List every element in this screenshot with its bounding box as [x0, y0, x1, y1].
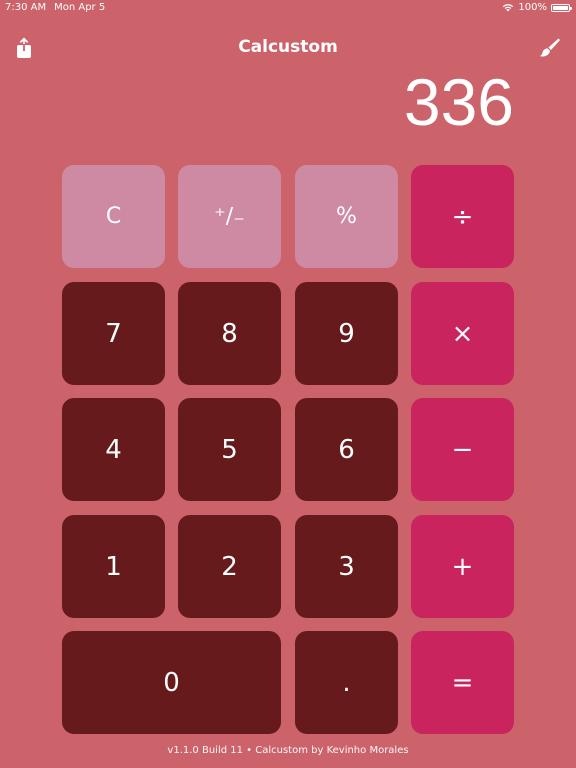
status-time: 7:30 AM	[5, 2, 47, 13]
equals-button[interactable]: =	[411, 631, 514, 734]
battery-percent: 100%	[518, 2, 547, 13]
wifi-icon	[503, 4, 514, 12]
add-button[interactable]: +	[411, 515, 514, 618]
status-date: Mon Apr 5	[54, 2, 106, 13]
status-right: 100%	[502, 2, 572, 13]
multiply-button[interactable]: ×	[411, 282, 514, 385]
app-title: Calcustom	[238, 37, 338, 57]
divide-button[interactable]: ÷	[411, 165, 514, 268]
version-footer: v1.1.0 Build 11 • Calcustom by Kevinho M…	[167, 745, 409, 756]
status-left: 7:30 AM Mon Apr 5	[5, 2, 105, 13]
digit-1-button[interactable]: 1	[62, 515, 165, 618]
status-bar: 7:30 AM Mon Apr 5 100%	[0, 0, 576, 16]
digit-4-button[interactable]: 4	[62, 398, 165, 501]
digit-5-button[interactable]: 5	[178, 398, 281, 501]
paintbrush-icon	[540, 38, 560, 57]
digit-2-button[interactable]: 2	[178, 515, 281, 618]
result-display: 336	[403, 65, 514, 139]
nav-bar: Calcustom	[0, 30, 576, 66]
theme-button[interactable]	[538, 36, 562, 60]
clear-button[interactable]: C	[62, 165, 165, 268]
decimal-button[interactable]: .	[295, 631, 398, 734]
digit-9-button[interactable]: 9	[295, 282, 398, 385]
digit-0-button[interactable]: 0	[62, 631, 281, 734]
digit-7-button[interactable]: 7	[62, 282, 165, 385]
subtract-button[interactable]: −	[411, 398, 514, 501]
digit-8-button[interactable]: 8	[178, 282, 281, 385]
battery-icon	[551, 3, 572, 12]
digit-3-button[interactable]: 3	[295, 515, 398, 618]
digit-6-button[interactable]: 6	[295, 398, 398, 501]
toggle-sign-button[interactable]: ⁺∕₋	[178, 165, 281, 268]
percent-button[interactable]: %	[295, 165, 398, 268]
